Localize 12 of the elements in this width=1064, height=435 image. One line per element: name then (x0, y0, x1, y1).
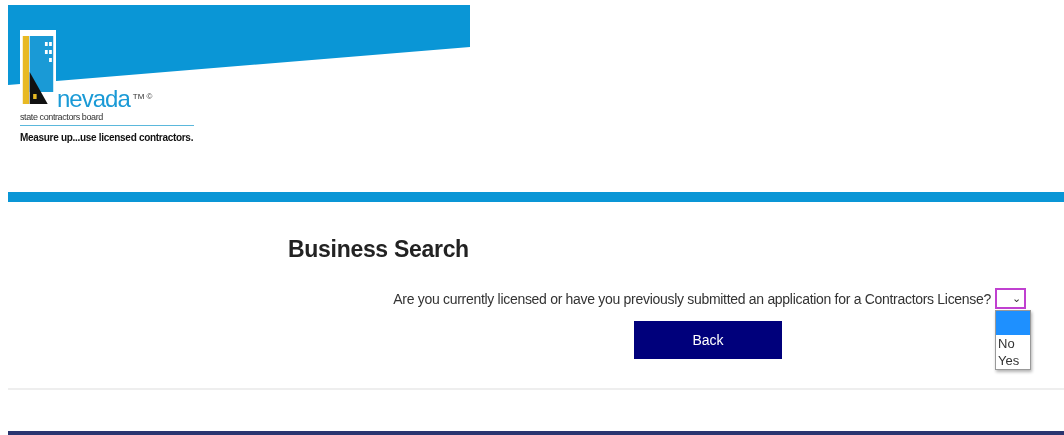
logo-wordmark: nevada (57, 86, 130, 112)
page-title: Business Search (288, 236, 470, 263)
trademark-marks: TM © (132, 92, 153, 101)
blank-option[interactable] (996, 311, 1030, 335)
tagline: Measure up...use licensed contractors. (20, 132, 194, 143)
caret-icon: ⌄ (1012, 293, 1021, 304)
question-label: Are you currently licensed or have you previously submitted an application for a Contractors License? (393, 290, 991, 307)
logo-subtitle: state contractors board (20, 112, 194, 126)
dropdown-option[interactable]: No (996, 335, 1030, 352)
back-button[interactable]: Back (634, 321, 782, 359)
dropdown-option[interactable]: Yes (996, 352, 1030, 369)
answer-dropdown[interactable]: ⌄ (995, 288, 1026, 309)
